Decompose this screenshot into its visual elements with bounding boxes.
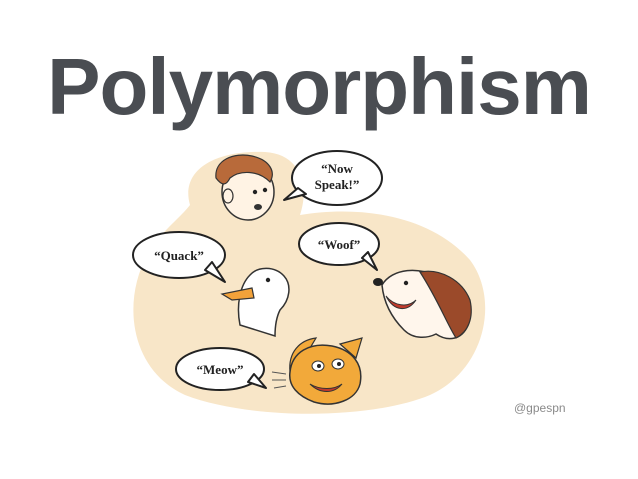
cat-speech: “Meow” xyxy=(197,362,244,377)
duck-speech: “Quack” xyxy=(154,248,204,263)
speech-bubble-person: “Now Speak!” xyxy=(283,150,383,206)
person-speech-line2: Speak!” xyxy=(315,177,360,192)
image-credit: @gpespn xyxy=(514,401,566,415)
speech-bubble-cat: “Meow” xyxy=(175,347,267,391)
dog-speech: “Woof” xyxy=(318,237,361,252)
person-speech-line1: “Now xyxy=(321,161,353,176)
